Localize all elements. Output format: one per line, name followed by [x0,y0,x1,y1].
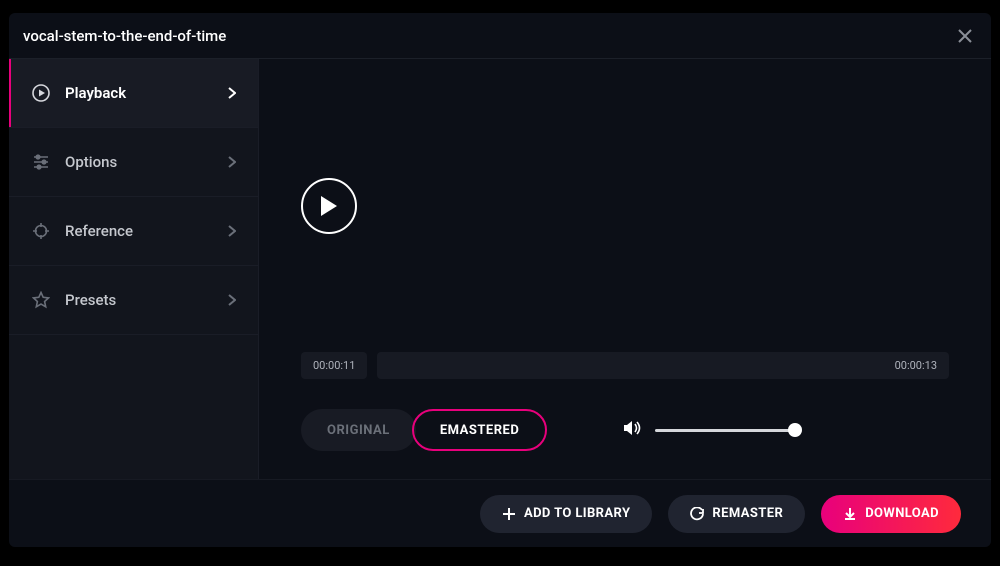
play-icon [319,195,339,217]
target-icon [31,221,51,241]
sidebar-item-options[interactable]: Options [9,128,258,197]
modal-header: vocal-stem-to-the-end-of-time [9,13,991,59]
sidebar-item-reference[interactable]: Reference [9,197,258,266]
add-to-library-button[interactable]: ADD TO LIBRARY [480,495,652,533]
main-panel: 00:00:11 00:00:13 ORIGINAL EMASTERED [259,59,991,479]
remaster-button[interactable]: REMASTER [668,495,805,533]
mode-toggle: ORIGINAL EMASTERED [301,409,547,451]
mode-emastered[interactable]: EMASTERED [412,409,548,451]
chevron-right-icon [228,84,236,103]
chevron-right-icon [228,153,236,172]
controls-row: ORIGINAL EMASTERED [259,391,991,479]
mastering-modal: vocal-stem-to-the-end-of-time Playback O… [9,13,991,547]
sidebar-item-label: Playback [65,84,228,102]
volume-icon[interactable] [623,420,641,440]
modal-body: Playback Options Reference [9,59,991,479]
current-time: 00:00:11 [301,352,367,379]
volume-thumb[interactable] [788,423,802,437]
download-button[interactable]: DOWNLOAD [821,495,961,533]
sidebar-item-label: Reference [65,222,228,240]
mode-original[interactable]: ORIGINAL [301,409,416,451]
star-icon [31,290,51,310]
sliders-icon [31,152,51,172]
modal-footer: ADD TO LIBRARY REMASTER DOWNLOAD [9,479,991,547]
file-title: vocal-stem-to-the-end-of-time [23,27,953,45]
time-row: 00:00:11 00:00:13 [259,352,991,391]
close-icon [957,28,973,44]
volume-slider[interactable] [655,429,795,432]
button-label: DOWNLOAD [865,506,939,521]
progress-bar[interactable]: 00:00:13 [377,352,949,379]
waveform-display[interactable] [375,116,949,296]
sidebar-item-playback[interactable]: Playback [9,59,258,128]
plus-icon [502,507,516,521]
sidebar-item-presets[interactable]: Presets [9,266,258,335]
download-icon [843,507,857,521]
sidebar: Playback Options Reference [9,59,259,479]
play-button[interactable] [301,178,357,234]
waveform-area [259,59,991,352]
sidebar-item-label: Presets [65,291,228,309]
volume-control [623,420,795,440]
button-label: ADD TO LIBRARY [524,506,630,521]
chevron-right-icon [228,222,236,241]
play-circle-icon [31,83,51,103]
sidebar-item-label: Options [65,153,228,171]
refresh-icon [690,507,704,521]
button-label: REMASTER [712,506,783,521]
duration: 00:00:13 [895,359,937,372]
chevron-right-icon [228,291,236,310]
close-button[interactable] [953,24,977,48]
